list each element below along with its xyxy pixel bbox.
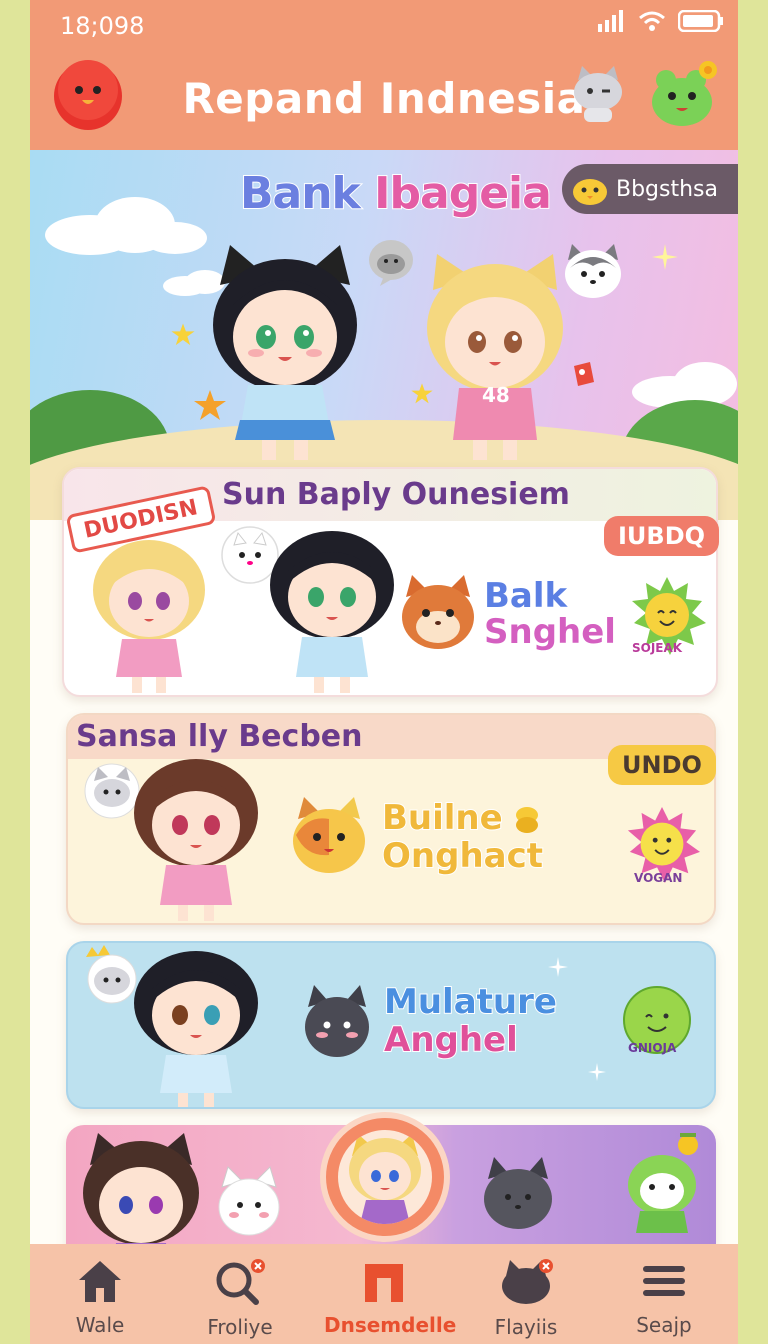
blonde-girl — [93, 540, 205, 693]
card1-title: Sun Baply Ounesiem — [222, 477, 570, 512]
search-icon — [216, 1259, 265, 1305]
cat-icon — [502, 1259, 553, 1304]
coin-icon — [516, 807, 538, 833]
sparkle-decoration — [652, 244, 678, 270]
hero-title: Bank Ibageia — [239, 167, 553, 220]
green-frog-icon — [652, 61, 717, 126]
home-icon — [79, 1261, 121, 1302]
cat-ear-girl-dark — [213, 245, 357, 460]
hero-badge[interactable]: Bbgsthsa — [562, 164, 738, 214]
wifi-icon — [639, 11, 665, 31]
app-title: Repand Indnesia — [182, 74, 586, 123]
black-cat — [305, 985, 369, 1057]
card2-word1: Builne — [381, 798, 504, 838]
hero-banner[interactable]: Bank Ibageia Bbgsthsa 48 — [30, 150, 738, 520]
star-decoration — [194, 390, 226, 420]
nav-label-shop: Dnsemdelle — [324, 1313, 457, 1337]
brown-hair-girl — [134, 759, 258, 921]
orange-cat — [402, 575, 474, 649]
frog-mascot-button[interactable] — [646, 58, 720, 137]
black-cat-sparkle — [484, 1157, 552, 1229]
signal-icon — [598, 10, 623, 32]
nav-label-favorites: Flayiis — [494, 1315, 558, 1339]
fab-avatar — [338, 1130, 432, 1224]
dark-hair-girl — [270, 531, 394, 693]
card2-word2: Onghact — [381, 836, 544, 876]
husky-puppy — [565, 244, 621, 298]
teal-eye-girl — [134, 951, 258, 1107]
nav-label-menu: Seajp — [636, 1313, 692, 1337]
card2-title: Sansa lly Becben — [76, 719, 363, 754]
nav-item-menu[interactable]: Seajp — [604, 1258, 724, 1337]
battery-icon — [678, 10, 723, 32]
shop-icon — [365, 1264, 403, 1302]
grey-cat-icon — [574, 66, 622, 122]
nav-item-favorites[interactable]: Flayiis — [466, 1258, 586, 1339]
hero-title-part1: Bank — [239, 167, 362, 220]
sticker-decoration — [574, 362, 594, 386]
app-screen: 18;098 Repand Indnesia Bank Ibageia Bbgs… — [30, 0, 738, 1344]
feature-card-3[interactable]: Mulature Anghel GNIOJA — [66, 941, 716, 1109]
hero-title-part2: Ibageia — [373, 167, 553, 220]
cloud-left — [45, 197, 207, 255]
cat-ear-girl-blonde — [427, 254, 563, 460]
center-fab-button[interactable] — [320, 1112, 450, 1242]
card1-tag[interactable]: IUBDQ — [604, 516, 720, 556]
sparkle-decoration — [588, 1063, 606, 1081]
hero-badge-label: Bbgsthsa — [616, 176, 718, 202]
cat-profile-button[interactable] — [570, 64, 626, 129]
nav-label-home: Wale — [75, 1313, 125, 1337]
speech-bubble-seal — [369, 240, 413, 286]
nav-label-search: Froliye — [207, 1315, 273, 1339]
menu-icon — [643, 1266, 685, 1296]
nav-item-search[interactable]: Froliye — [180, 1258, 300, 1339]
status-time: 18;098 — [60, 12, 145, 40]
card3-ball-text: GNIOJA — [628, 1041, 677, 1055]
card3-word1: Mulature — [383, 982, 558, 1022]
status-icons — [598, 10, 724, 32]
chick-icon — [573, 179, 607, 205]
bottom-nav: Wale Froliye Dnsemdelle Flayiis Seajp — [30, 1244, 738, 1344]
white-kitten — [218, 1166, 280, 1236]
frog-mascot — [628, 1133, 698, 1233]
card1-word1: Balk — [483, 576, 568, 616]
star-decoration — [171, 323, 195, 346]
card3-word2: Anghel — [383, 1020, 519, 1060]
sparkle-decoration — [548, 957, 568, 977]
card1-sun-text: SOJEAK — [632, 641, 683, 655]
blonde-chibi-avatar — [349, 1134, 421, 1224]
card1-word2: Snghel — [483, 612, 617, 652]
shirt-number: 48 — [482, 383, 510, 407]
card2-sun-text: VOGAN — [634, 871, 683, 885]
card2-tag[interactable]: UNDO — [608, 745, 716, 785]
nav-item-home[interactable]: Wale — [40, 1258, 160, 1337]
calico-cat — [293, 797, 365, 873]
nav-item-shop[interactable]: Dnsemdelle — [324, 1258, 457, 1337]
star-decoration — [411, 383, 433, 404]
app-header: 18;098 Repand Indnesia — [30, 0, 738, 150]
